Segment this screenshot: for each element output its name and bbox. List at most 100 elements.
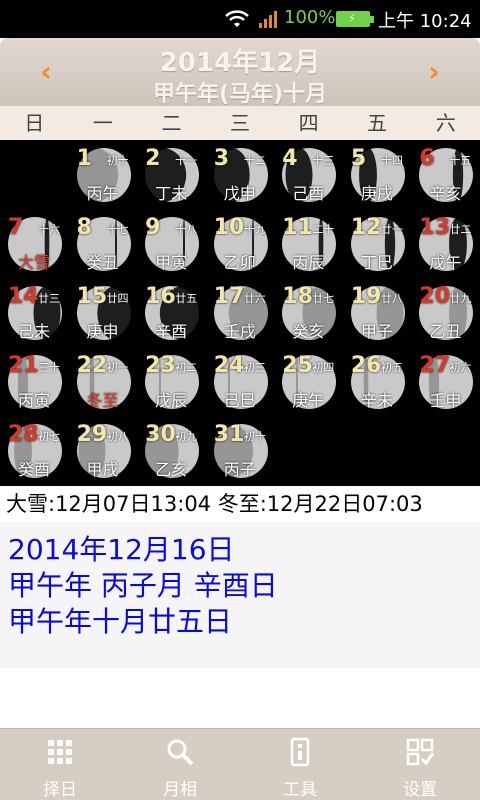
calendar-day[interactable]: 22 初一 冬至 [69, 347, 137, 415]
calendar-day[interactable]: 30 初九乙亥 [137, 416, 205, 484]
ganzhi-label: 丙辰 [292, 253, 325, 272]
calendar-day[interactable]: 20 廿九 乙丑 [411, 278, 479, 346]
wifi-icon [225, 10, 249, 27]
weekday-label: 日 [24, 111, 45, 135]
calendar-day[interactable]: 18 廿七 癸亥 [274, 278, 342, 346]
calendar-day[interactable]: 28 初七 癸酉 [0, 416, 68, 484]
day-number: 26 [350, 353, 382, 378]
clock: 上午 10:24 [378, 11, 472, 32]
day-number: 4 [282, 146, 298, 171]
calendar-day[interactable]: 3 十二 戊申 [206, 140, 274, 208]
calendar-day[interactable]: 6 十五 辛亥 [411, 140, 479, 208]
tool-icon [290, 737, 310, 767]
tab-zeri[interactable]: 择日 [0, 729, 120, 800]
calendar-day[interactable]: 5 十四 庚戌 [343, 140, 411, 208]
lunar-day: 廿七 [312, 292, 335, 305]
ganzhi-date: 甲午年 丙子月 辛酉日 [8, 569, 278, 602]
calendar-day[interactable]: 4 十三 己酉 [274, 140, 342, 208]
lunar-day: 初一 [106, 361, 129, 374]
lunar-day: 十五 [449, 154, 472, 167]
day-number: 13 [419, 215, 451, 240]
calendar-day[interactable]: 12 廿一 丁巳 [343, 209, 411, 277]
calendar-day[interactable]: 27 初六 壬申 [411, 347, 479, 415]
ganzhi-label: 乙卯 [223, 253, 256, 272]
solar-terms: 大雪:12月07日13:04 冬至:12月22日07:03 [0, 486, 480, 522]
calendar-day[interactable]: 2 十一 丁未 [137, 140, 205, 208]
day-number: 19 [350, 284, 382, 309]
calendar-day[interactable]: 21 三十 丙寅 [0, 347, 68, 415]
day-number: 3 [213, 146, 230, 171]
day-number: 2 [145, 146, 161, 171]
ganzhi-label: 壬戌 [223, 322, 256, 341]
calendar-day[interactable]: 29 初八 甲戌 [69, 416, 137, 484]
calendar-day[interactable]: 13 廿二戊午 [411, 209, 479, 277]
weekday-label: 四 [298, 111, 319, 135]
lunar-day: 十二 [243, 154, 266, 167]
calendar-day[interactable]: 8 十七 癸丑 [69, 209, 137, 277]
ganzhi-label: 甲寅 [155, 253, 188, 272]
lunar-day: 初八 [106, 430, 129, 443]
calendar-day[interactable]: 7 十六 大雪 [0, 209, 68, 277]
calendar-day[interactable]: 17 廿六 壬戌 [206, 278, 274, 346]
calendar-day[interactable]: 16 廿五 辛酉 [137, 278, 205, 346]
lunar-day: 十三 [312, 154, 335, 167]
tab-moon-phase[interactable]: 月相 [120, 729, 240, 800]
day-number: 27 [419, 353, 451, 378]
calendar-day[interactable]: 23 初二 戊辰 [137, 347, 205, 415]
calendar-day[interactable]: 31 初十 丙子 [206, 416, 274, 484]
calendar-day[interactable]: 14 廿三 己未 [0, 278, 68, 346]
day-number: 6 [419, 146, 435, 171]
lunar-day: 廿一 [380, 223, 403, 236]
calendar-day[interactable]: 24 初三 己巳 [206, 347, 274, 415]
blank-area [0, 668, 480, 728]
day-number: 7 [8, 215, 24, 240]
signal-icon [259, 11, 277, 28]
calendar-day[interactable]: 26 初五辛未 [343, 347, 411, 415]
calendar-day[interactable]: 25 初四 庚午 [274, 347, 342, 415]
grid-icon [48, 740, 72, 764]
ganzhi-label: 甲子 [360, 322, 393, 341]
weekday-label: 一 [92, 111, 113, 135]
calendar-day[interactable]: 1 初十 丙午 [69, 140, 137, 208]
weekday-label: 二 [161, 111, 182, 135]
next-month-button[interactable]: › [420, 58, 448, 86]
day-number: 11 [282, 215, 313, 240]
ganzhi-label: 丙寅 [17, 391, 50, 410]
tab-label: 工具 [283, 780, 317, 800]
lunar-day: 初五 [380, 361, 403, 374]
lunar-day: 初九 [175, 430, 198, 443]
weekday-header: 日一二三四五六 [0, 106, 480, 140]
day-number: 31 [213, 422, 245, 447]
day-number: 24 [213, 353, 245, 378]
lunar-day: 廿六 [243, 292, 266, 305]
day-number: 18 [282, 284, 313, 309]
day-number: 30 [145, 422, 176, 447]
day-number: 28 [8, 422, 39, 447]
ganzhi-label: 戊午 [429, 253, 462, 272]
ganzhi-label: 庚申 [86, 322, 119, 341]
ganzhi-label: 壬申 [429, 391, 462, 410]
day-number: 12 [350, 215, 382, 240]
lunar-day: 十九 [243, 223, 266, 236]
lunar-day: 廿四 [106, 292, 129, 305]
day-number: 9 [145, 215, 161, 240]
weekday-label: 五 [367, 111, 388, 135]
day-number: 23 [145, 353, 176, 378]
calendar-day[interactable]: 11 二十 丙辰 [274, 209, 342, 277]
lunar-day: 三十 [38, 361, 60, 374]
lunar-day: 十八 [175, 223, 198, 236]
day-number: 14 [8, 284, 39, 309]
lunar-day: 廿二 [449, 223, 472, 236]
gregorian-date: 2014年12月16日 [8, 533, 235, 566]
calendar-day[interactable]: 15 廿四 庚申 [69, 278, 137, 346]
calendar-day[interactable]: 19 廿八 甲子 [343, 278, 411, 346]
lunar-day: 初三 [243, 361, 266, 374]
tab-settings[interactable]: 设置 [360, 729, 480, 800]
ganzhi-label: 乙亥 [155, 460, 188, 479]
calendar-day[interactable]: 9 十八甲寅 [137, 209, 205, 277]
ganzhi-label: 辛未 [360, 391, 393, 410]
ganzhi-label: 癸丑 [86, 253, 119, 272]
calendar-day[interactable]: 10 十九 乙卯 [206, 209, 274, 277]
tab-tools[interactable]: 工具 [240, 729, 360, 800]
bottom-tab-bar: 择日 月相 工具 设置 [0, 728, 480, 800]
